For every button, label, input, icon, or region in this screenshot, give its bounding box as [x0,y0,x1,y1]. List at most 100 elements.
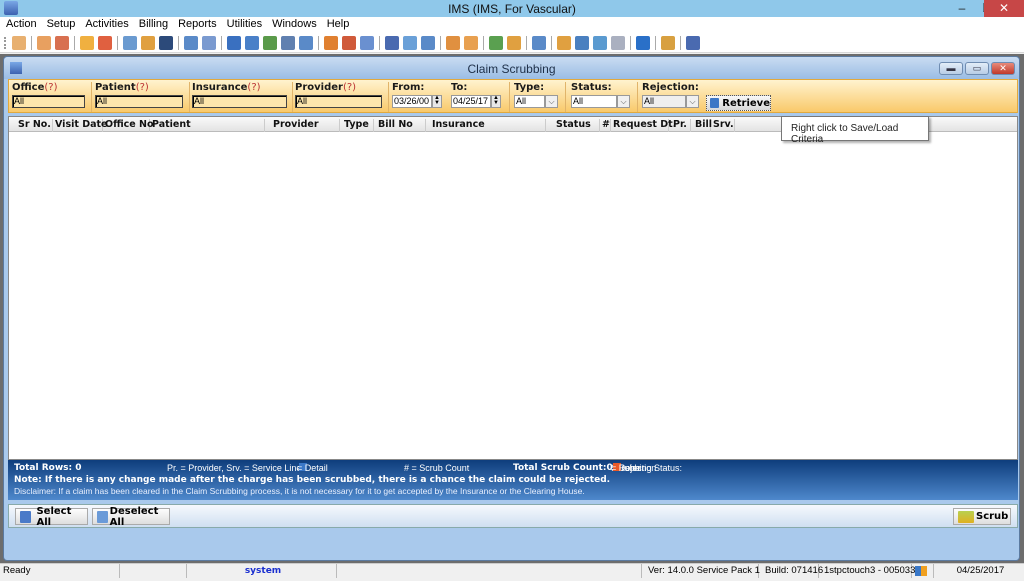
patient-help-link[interactable]: (?) [136,82,149,93]
insurance-help-link[interactable]: (?) [247,82,260,93]
type-dropdown-arrow[interactable]: ⌵ [545,95,558,108]
transfer-icon[interactable] [281,35,295,50]
payment-icon[interactable] [245,35,259,50]
menu-windows[interactable]: Windows [268,17,321,32]
insurance-input[interactable]: All [192,95,287,108]
to-date-spinner[interactable]: ▲ ▼ [491,95,501,108]
col-bill-flag[interactable]: Bill [691,119,712,132]
menu-action[interactable]: Action [2,17,41,32]
col-patient[interactable]: Patient [150,119,265,132]
lock-icon[interactable] [661,35,675,50]
status-panel-empty [120,564,187,578]
office-input[interactable]: All [12,95,85,108]
clipboard-icon[interactable] [532,35,546,50]
col-type[interactable]: Type [340,119,374,132]
status-select[interactable]: All [571,95,617,108]
toolbar-separator [221,35,222,50]
patient-edit-icon[interactable] [37,35,51,50]
patient-check-icon[interactable] [55,35,69,50]
claims-icon[interactable] [263,35,277,50]
menu-reports[interactable]: Reports [174,17,221,32]
calculator-icon[interactable] [611,35,625,50]
toolbar-separator [318,35,319,50]
scrub-button[interactable]: Scrub [953,508,1011,525]
provider-edit-icon[interactable] [98,35,112,50]
outbox-icon[interactable] [421,35,435,50]
child-close-button[interactable]: ✕ [991,62,1015,75]
help-icon[interactable] [636,35,650,50]
scrub-sponge-icon [958,510,974,523]
col-provider[interactable]: Provider [265,119,340,132]
select-all-icon [20,510,32,523]
col-sr-no[interactable]: Sr No. [9,119,53,132]
action-bar: Select All Deselect All Scrub [8,504,1018,528]
lab-flask-icon[interactable] [141,35,155,50]
minimize-button[interactable]: – [948,0,976,17]
folder-icon[interactable] [80,35,94,50]
scheduler-icon[interactable] [342,35,356,50]
claims-grid[interactable]: Sr No. Visit Date Office No Patient Prov… [8,116,1018,460]
col-scrub-count[interactable]: # [600,119,611,132]
patient-filter: Patient(?) All [95,82,183,108]
menu-billing[interactable]: Billing [135,17,172,32]
fax-icon[interactable] [557,35,571,50]
patient-icon[interactable] [12,35,26,50]
notes-icon[interactable] [202,35,216,50]
filter-bar: Office(?) All Patient(?) All Insurance(?… [8,79,1018,113]
task-icon[interactable] [593,35,607,50]
exit-icon[interactable] [686,35,700,50]
folder-user-icon[interactable] [507,35,521,50]
col-request-date[interactable]: Request Dt. [611,119,676,132]
retrieve-button[interactable]: Retrieve [706,95,771,111]
select-all-button[interactable]: Select All [15,506,88,528]
info-bar: Total Rows: 0 Pr. = Provider, Srv. = Ser… [8,460,1018,500]
to-date-input[interactable]: 04/25/17 [451,95,491,108]
patient-input[interactable]: All [95,95,183,108]
menu-help[interactable]: Help [323,17,354,32]
appointment-icon[interactable] [464,35,478,50]
status-network [912,564,934,578]
from-date-input[interactable]: 03/26/00 [392,95,432,108]
from-date-spinner[interactable]: ▲ ▼ [432,95,442,108]
col-bill-no[interactable]: Bill No [374,119,426,132]
office-help-link[interactable]: (?) [44,82,57,93]
provider-input[interactable]: All [295,95,382,108]
document-icon[interactable] [184,35,198,50]
col-office-no[interactable]: Office No [103,119,154,132]
ledger-icon[interactable] [299,35,313,50]
report-icon[interactable] [360,35,374,50]
divider [388,82,389,112]
col-provider-flag[interactable]: Pr. [669,119,691,132]
rejection-dropdown-arrow[interactable]: ⌵ [686,95,699,108]
menu-setup[interactable]: Setup [43,17,80,32]
col-service-line-flag[interactable]: Srv. [711,119,735,132]
toolbar-grip[interactable] [4,36,6,49]
send-icon[interactable] [385,35,399,50]
exchange-icon[interactable] [575,35,589,50]
status-dropdown-arrow[interactable]: ⌵ [617,95,630,108]
child-maximize-button[interactable]: ▭ [965,62,989,75]
col-insurance[interactable]: Insurance [426,119,546,132]
inbox-icon[interactable] [403,35,417,50]
menu-utilities[interactable]: Utilities [223,17,266,32]
app-title: IMS (IMS, For Vascular) [448,2,576,16]
prescription-icon[interactable] [123,35,137,50]
shield-icon[interactable] [159,35,173,50]
child-minimize-button[interactable]: ▬ [939,62,963,75]
col-status[interactable]: Status [546,119,600,132]
type-select[interactable]: All [514,95,545,108]
calendar-edit-icon[interactable] [446,35,460,50]
calendar-icon[interactable] [324,35,338,50]
menu-activities[interactable]: Activities [81,17,132,32]
billing-icon[interactable] [227,35,241,50]
chart-icon[interactable] [489,35,503,50]
col-visit-date[interactable]: Visit Date [53,119,107,132]
divider [509,82,510,112]
divider [292,82,293,112]
status-panel-empty [337,564,642,578]
close-button[interactable]: ✕ [984,0,1024,17]
deselect-all-button[interactable]: Deselect All [92,506,170,528]
rejection-select[interactable]: All [642,95,686,108]
type-filter: Type: All ⌵ [514,82,558,108]
provider-help-link[interactable]: (?) [343,82,356,93]
